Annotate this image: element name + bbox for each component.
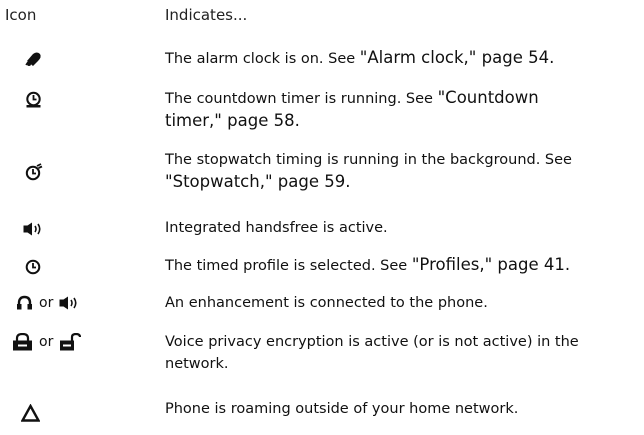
- table-row: or An enhancement is connected to the ph…: [0, 292, 644, 318]
- row-description: An enhancement is connected to the phone…: [165, 292, 640, 314]
- row-description: The timed profile is selected. See "Prof…: [165, 254, 640, 277]
- handsfree-speaker-icon: [23, 222, 45, 236]
- alarm-clock-icon: [25, 51, 43, 67]
- countdown-timer-icon: [25, 91, 42, 108]
- roaming-triangle-icon: [21, 404, 40, 422]
- row-text: Phone is roaming outside of your home ne…: [165, 401, 519, 417]
- indicates-column-header: Indicates...: [165, 6, 248, 24]
- table-row: Integrated handsfree is active.: [0, 217, 644, 243]
- row-text: The alarm clock is on. See: [165, 51, 360, 67]
- row-text: The stopwatch timing is running in the b…: [165, 152, 572, 168]
- row-text: The timed profile is selected. See: [165, 258, 412, 274]
- row-text-line1: Voice privacy encryption is active (or i…: [165, 334, 579, 350]
- or-text: or: [39, 294, 54, 311]
- enhancement-icon: [17, 295, 32, 310]
- unlocked-padlock-icon: [60, 333, 82, 351]
- table-row: Phone is roaming outside of your home ne…: [0, 398, 644, 428]
- page-reference: "Stopwatch," page 59.: [165, 172, 351, 191]
- table-row: The alarm clock is on. See "Alarm clock,…: [0, 47, 644, 73]
- table-row: or Voice privacy encryption is active (o…: [0, 331, 644, 377]
- icon-group: or: [12, 333, 82, 351]
- table-row: The stopwatch timing is running in the b…: [0, 149, 644, 195]
- icon-reference-page: Icon Indicates... The alarm clock is on.…: [0, 0, 644, 435]
- row-text-line2: network.: [165, 356, 229, 372]
- table-row: The timed profile is selected. See "Prof…: [0, 254, 644, 280]
- row-description: The stopwatch timing is running in the b…: [165, 149, 640, 194]
- locked-padlock-icon: [13, 333, 32, 351]
- stopwatch-icon: [25, 163, 43, 181]
- row-description: The alarm clock is on. See "Alarm clock,…: [165, 47, 640, 70]
- icon-group: or: [16, 294, 81, 311]
- page-reference: "Profiles," page 41.: [411, 255, 571, 274]
- row-description: Phone is roaming outside of your home ne…: [165, 398, 640, 420]
- table-row: The countdown timer is running. See "Cou…: [0, 87, 644, 133]
- icon-column-header: Icon: [5, 6, 37, 24]
- or-text: or: [39, 334, 54, 350]
- row-description: Integrated handsfree is active.: [165, 217, 640, 239]
- row-text: An enhancement is connected to the phone…: [165, 295, 488, 311]
- row-text: The countdown timer is running. See: [165, 91, 438, 107]
- handsfree-speaker-icon: [59, 296, 77, 309]
- row-text: Integrated handsfree is active.: [165, 220, 388, 236]
- page-reference: "Alarm clock," page 54.: [359, 48, 555, 67]
- row-description: The countdown timer is running. See "Cou…: [165, 87, 640, 133]
- page-reference-part1: "Countdown: [437, 88, 539, 107]
- page-reference-part2: timer," page 58.: [165, 111, 300, 130]
- timed-profile-icon: [25, 259, 41, 275]
- row-description: Voice privacy encryption is active (or i…: [165, 331, 640, 375]
